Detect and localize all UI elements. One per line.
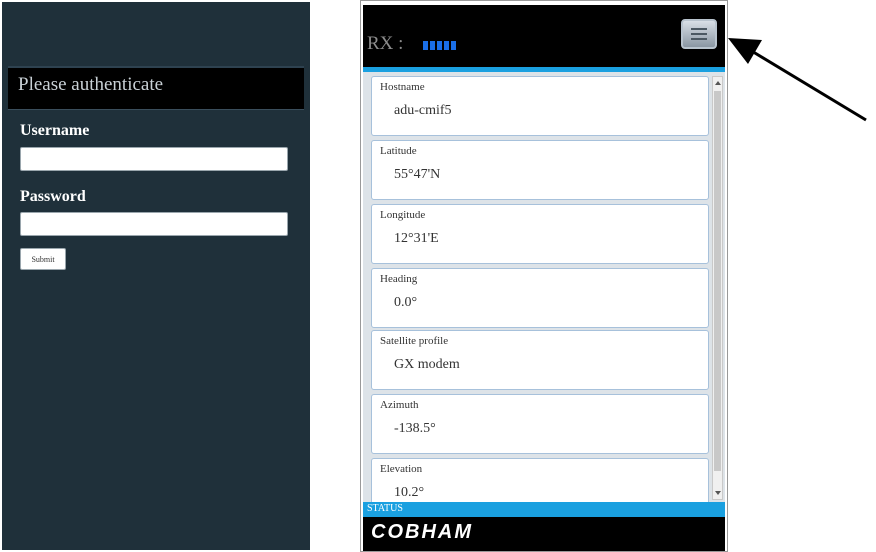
satellite-profile-card: Satellite profile GX modem — [371, 330, 709, 390]
longitude-card: Longitude 12°31'E — [371, 204, 709, 264]
username-input[interactable] — [20, 147, 288, 171]
callout-arrow-icon — [728, 38, 867, 122]
satellite-profile-value: GX modem — [394, 357, 460, 372]
login-title: Please authenticate — [18, 74, 164, 95]
longitude-label: Longitude — [380, 209, 426, 221]
device-topbar: RX : — [363, 5, 725, 67]
longitude-value: 12°31'E — [394, 231, 439, 246]
heading-value: 0.0° — [394, 295, 418, 310]
signal-bar — [437, 41, 442, 50]
rx-label: RX : — [367, 33, 404, 54]
heading-card: Heading 0.0° — [371, 268, 709, 328]
login-header: Please authenticate — [8, 66, 304, 110]
menu-button[interactable] — [681, 19, 717, 49]
elevation-card: Elevation 10.2° — [371, 458, 709, 502]
scrollbar-thumb[interactable] — [714, 91, 721, 471]
submit-button[interactable]: Submit — [20, 248, 66, 270]
brand-logo: COBHAM — [371, 521, 473, 543]
scroll-down-icon[interactable] — [715, 491, 721, 495]
satellite-profile-label: Satellite profile — [380, 335, 449, 347]
password-label: Password — [20, 188, 86, 205]
hostname-value: adu-cmif5 — [394, 103, 452, 118]
hostname-label: Hostname — [380, 81, 425, 93]
latitude-label: Latitude — [380, 145, 417, 157]
status-bar: STATUS — [363, 502, 725, 517]
device-status-panel: RX : Hostname adu-cmif5 Latitude 55°47'N… — [360, 0, 728, 552]
signal-bar — [430, 41, 435, 50]
brand-bar: COBHAM — [363, 517, 725, 551]
username-label: Username — [20, 122, 90, 139]
signal-strength-icon — [423, 41, 456, 50]
elevation-label: Elevation — [380, 463, 423, 475]
login-panel: Please authenticate Username Password Su… — [2, 2, 310, 550]
azimuth-card: Azimuth -138.5° — [371, 394, 709, 454]
vertical-scrollbar[interactable] — [712, 76, 723, 500]
signal-bar — [423, 41, 428, 50]
status-label: STATUS — [367, 503, 403, 514]
elevation-value: 10.2° — [394, 485, 425, 500]
status-content[interactable]: Hostname adu-cmif5 Latitude 55°47'N Long… — [363, 72, 725, 502]
azimuth-value: -138.5° — [394, 421, 436, 436]
password-input[interactable] — [20, 212, 288, 236]
latitude-value: 55°47'N — [394, 167, 441, 182]
hostname-card: Hostname adu-cmif5 — [371, 76, 709, 136]
signal-bar — [451, 41, 456, 50]
signal-bar — [444, 41, 449, 50]
latitude-card: Latitude 55°47'N — [371, 140, 709, 200]
azimuth-label: Azimuth — [380, 399, 419, 411]
heading-label: Heading — [380, 273, 418, 285]
